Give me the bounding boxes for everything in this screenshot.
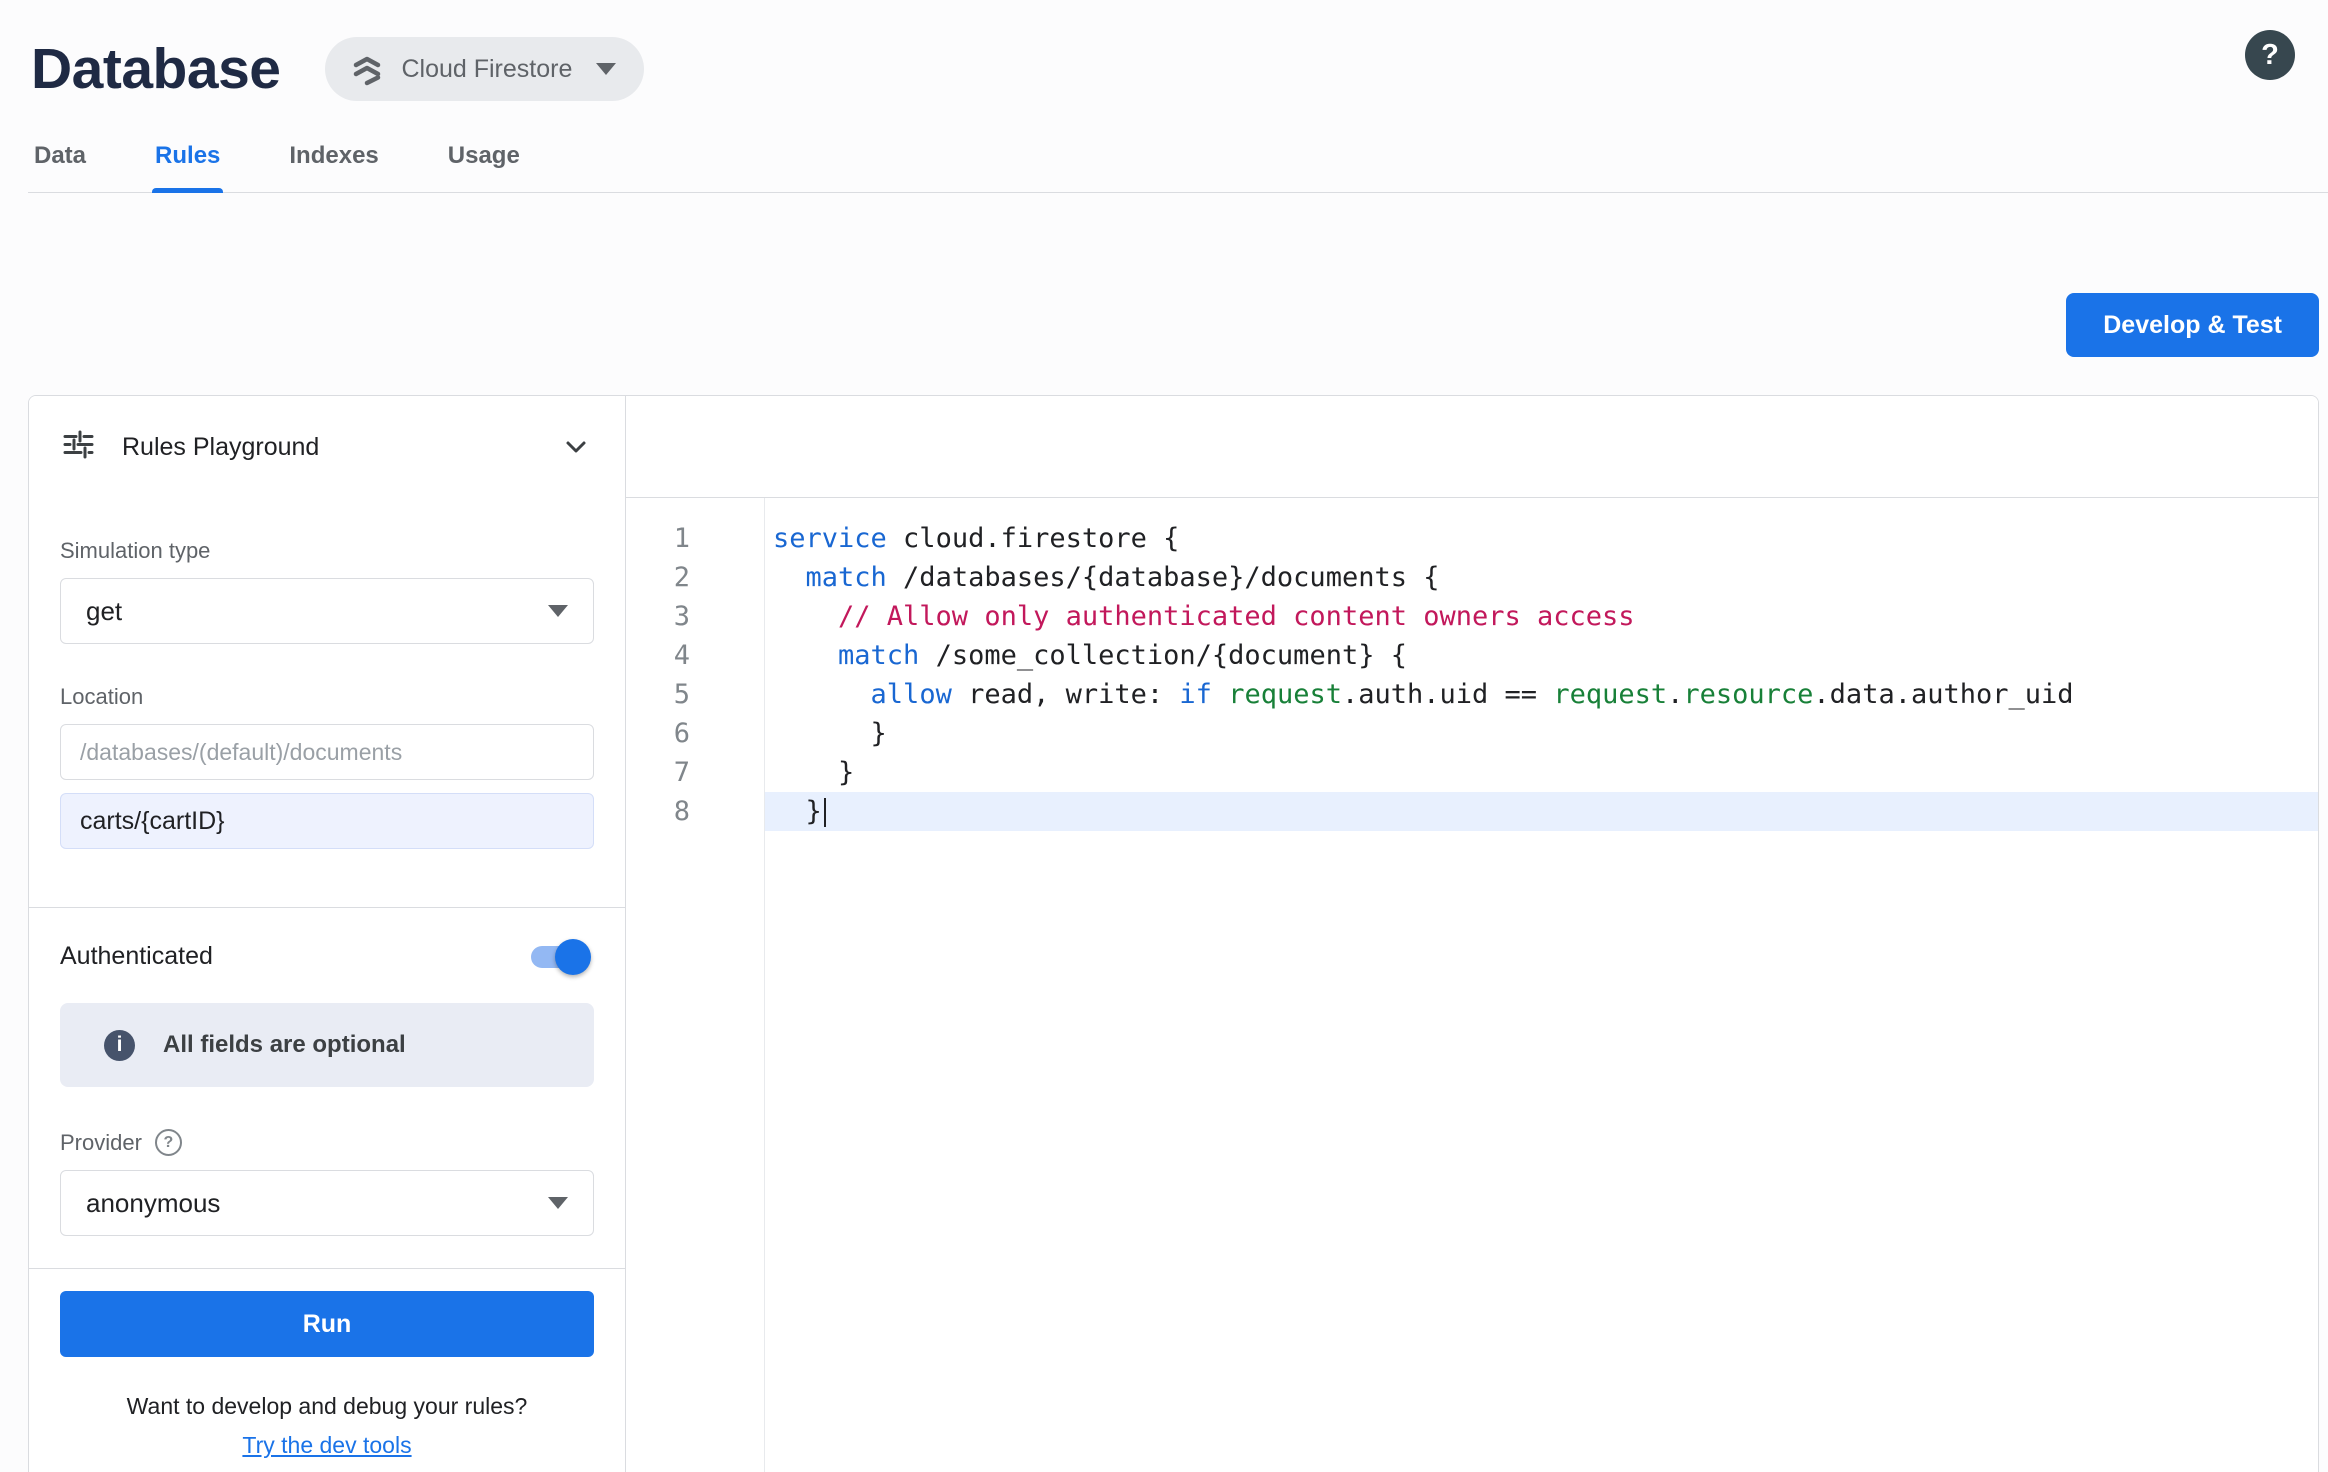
tab-rules[interactable]: Rules (152, 114, 223, 192)
simulation-type-value: get (86, 596, 122, 627)
develop-test-button[interactable]: Develop & Test (2066, 293, 2319, 357)
auth-section: Authenticated i All fields are optional … (29, 908, 625, 1268)
code-line-1[interactable]: service cloud.firestore { (765, 519, 2318, 558)
code-token: match (838, 640, 919, 671)
info-banner: i All fields are optional (60, 1003, 594, 1087)
authenticated-row: Authenticated (60, 942, 594, 971)
line-number: 4 (626, 636, 690, 675)
code-token: } (773, 757, 854, 788)
chevron-down-icon (560, 431, 592, 463)
line-number: 7 (626, 753, 690, 792)
line-number: 3 (626, 597, 690, 636)
product-selector[interactable]: Cloud Firestore (325, 37, 644, 101)
line-number: 6 (626, 714, 690, 753)
help-icon: ? (2261, 39, 2279, 72)
code-token (773, 562, 806, 593)
page: Database Cloud Firestore ? Data Rules Inde… (0, 0, 2328, 1472)
code-line-4[interactable]: match /some_collection/{document} { (765, 636, 2318, 675)
tab-usage[interactable]: Usage (445, 114, 523, 192)
authenticated-label: Authenticated (60, 942, 213, 971)
code-line-3[interactable]: // Allow only authenticated content owne… (765, 597, 2318, 636)
page-title: Database (31, 36, 280, 102)
firestore-icon (349, 51, 385, 87)
code-token: if (1179, 679, 1212, 710)
location-label: Location (60, 684, 594, 710)
info-banner-text: All fields are optional (163, 1031, 406, 1059)
editor-toolbar (626, 396, 2318, 498)
code-area: 12345678 service cloud.firestore { match… (626, 498, 2318, 1472)
code-line-2[interactable]: match /databases/{database}/documents { (765, 558, 2318, 597)
dropdown-caret-icon (548, 1197, 568, 1209)
code-token: } (773, 796, 822, 827)
code-token: // Allow only authenticated content owne… (773, 601, 1635, 632)
line-number: 8 (626, 792, 690, 831)
code-token: service (773, 523, 887, 554)
dropdown-caret-icon (548, 605, 568, 617)
run-section: Run Want to develop and debug your rules… (29, 1269, 625, 1459)
code-line-7[interactable]: } (765, 753, 2318, 792)
code-token: cloud.firestore { (887, 523, 1180, 554)
chevron-down-icon (596, 63, 616, 75)
provider-row: Provider ? (60, 1129, 594, 1156)
code-token (1212, 679, 1228, 710)
code-token: request (1553, 679, 1667, 710)
text-cursor (824, 798, 826, 827)
code-token (773, 640, 838, 671)
provider-select[interactable]: anonymous (60, 1170, 594, 1236)
code-editor[interactable]: service cloud.firestore { match /databas… (765, 498, 2318, 1472)
rules-console: Rules Playground Simulation type get Loc… (28, 395, 2319, 1472)
code-token: request (1228, 679, 1342, 710)
simulation-type-label: Simulation type (60, 538, 594, 564)
code-token: read, write: (952, 679, 1180, 710)
code-token: } (773, 718, 887, 749)
code-token: . (1667, 679, 1683, 710)
provider-help-icon[interactable]: ? (155, 1129, 182, 1156)
line-number: 1 (626, 519, 690, 558)
code-token: match (806, 562, 887, 593)
provider-label: Provider (60, 1130, 142, 1156)
dev-tools-link[interactable]: Try the dev tools (60, 1432, 594, 1459)
simulation-section: Simulation type get Location /databases/… (29, 498, 625, 907)
toggle-knob (555, 939, 591, 975)
playground-header[interactable]: Rules Playground (29, 396, 625, 498)
code-token: allow (871, 679, 952, 710)
code-token (773, 679, 871, 710)
run-button[interactable]: Run (60, 1291, 594, 1357)
line-number: 5 (626, 675, 690, 714)
tab-data[interactable]: Data (31, 114, 89, 192)
location-input[interactable]: carts/{cartID} (60, 793, 594, 849)
product-selector-label: Cloud Firestore (401, 55, 572, 84)
code-line-6[interactable]: } (765, 714, 2318, 753)
code-line-5[interactable]: allow read, write: if request.auth.uid =… (765, 675, 2318, 714)
info-icon: i (104, 1030, 135, 1061)
line-number-gutter: 12345678 (626, 498, 765, 1472)
tune-icon (62, 428, 95, 466)
provider-value: anonymous (86, 1188, 220, 1219)
playground-title: Rules Playground (122, 433, 319, 462)
code-token: .data.author_uid (1813, 679, 2073, 710)
dev-tools-question: Want to develop and debug your rules? (60, 1393, 594, 1420)
rules-editor: 12345678 service cloud.firestore { match… (626, 396, 2318, 1472)
line-number: 2 (626, 558, 690, 597)
code-token: .auth.uid == (1342, 679, 1553, 710)
tab-indexes[interactable]: Indexes (286, 114, 381, 192)
code-token: /some_collection/{document} { (919, 640, 1407, 671)
authenticated-toggle[interactable] (531, 946, 588, 968)
page-header: Database Cloud Firestore ? (0, 0, 2328, 114)
location-placeholder: /databases/(default)/documents (60, 724, 594, 780)
actions-row: Develop & Test (0, 293, 2319, 357)
simulation-type-select[interactable]: get (60, 578, 594, 644)
code-token: /databases/{database}/documents { (887, 562, 1440, 593)
code-line-8[interactable]: } (765, 792, 2318, 831)
help-button[interactable]: ? (2245, 30, 2295, 80)
rules-playground-panel: Rules Playground Simulation type get Loc… (29, 396, 626, 1472)
tabs: Data Rules Indexes Usage (28, 114, 2328, 193)
code-token: resource (1683, 679, 1813, 710)
